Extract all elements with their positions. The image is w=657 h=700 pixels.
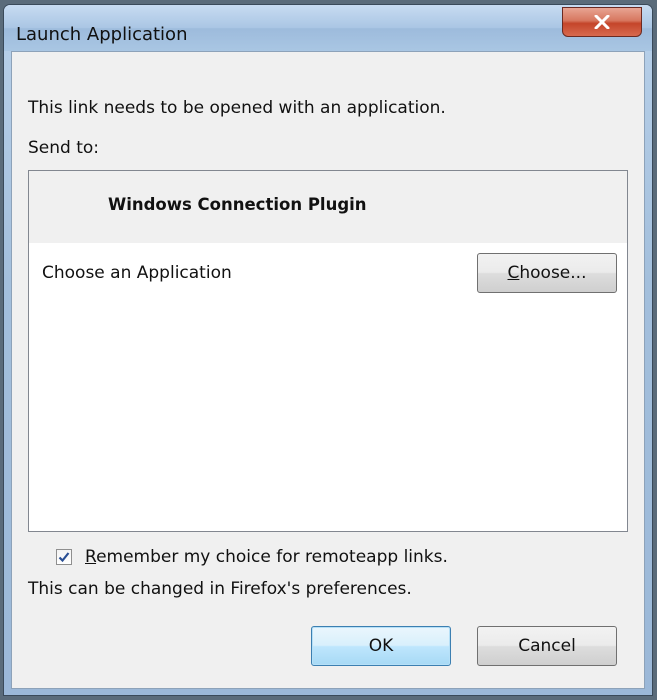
preferences-note: This can be changed in Firefox's prefere…	[28, 579, 412, 599]
ok-button[interactable]: OK	[311, 626, 451, 666]
application-list[interactable]: Windows Connection Plugin Choose an Appl…	[28, 170, 628, 532]
remember-choice-checkbox[interactable]	[56, 549, 72, 565]
dialog-message: This link needs to be opened with an app…	[28, 98, 446, 118]
send-to-label: Send to:	[28, 138, 100, 158]
list-item[interactable]: Choose an Application Choose...	[29, 243, 627, 303]
remember-choice-accel: R	[85, 547, 97, 567]
launch-application-window: Launch Application This link needs to be…	[3, 4, 653, 696]
cancel-button[interactable]: Cancel	[477, 626, 617, 666]
dialog-body: This link needs to be opened with an app…	[11, 51, 645, 689]
choose-button[interactable]: Choose...	[477, 253, 617, 293]
remember-choice-label: Remember my choice for remoteapp links.	[85, 547, 448, 567]
choose-button-accel: C	[507, 263, 520, 283]
window-title: Launch Application	[16, 24, 188, 45]
list-header: Windows Connection Plugin	[29, 171, 627, 243]
close-x-icon	[594, 15, 610, 29]
close-button[interactable]	[562, 7, 642, 37]
title-bar[interactable]: Launch Application	[4, 5, 652, 51]
remember-choice-checkbox-row[interactable]: Remember my choice for remoteapp links.	[56, 544, 448, 570]
remember-choice-label-rest: emember my choice for remoteapp links.	[96, 547, 448, 567]
checkmark-icon	[58, 552, 70, 563]
choose-button-label: hoose...	[519, 263, 587, 283]
list-item-label: Choose an Application	[42, 263, 232, 283]
handler-name: Windows Connection Plugin	[108, 195, 367, 214]
